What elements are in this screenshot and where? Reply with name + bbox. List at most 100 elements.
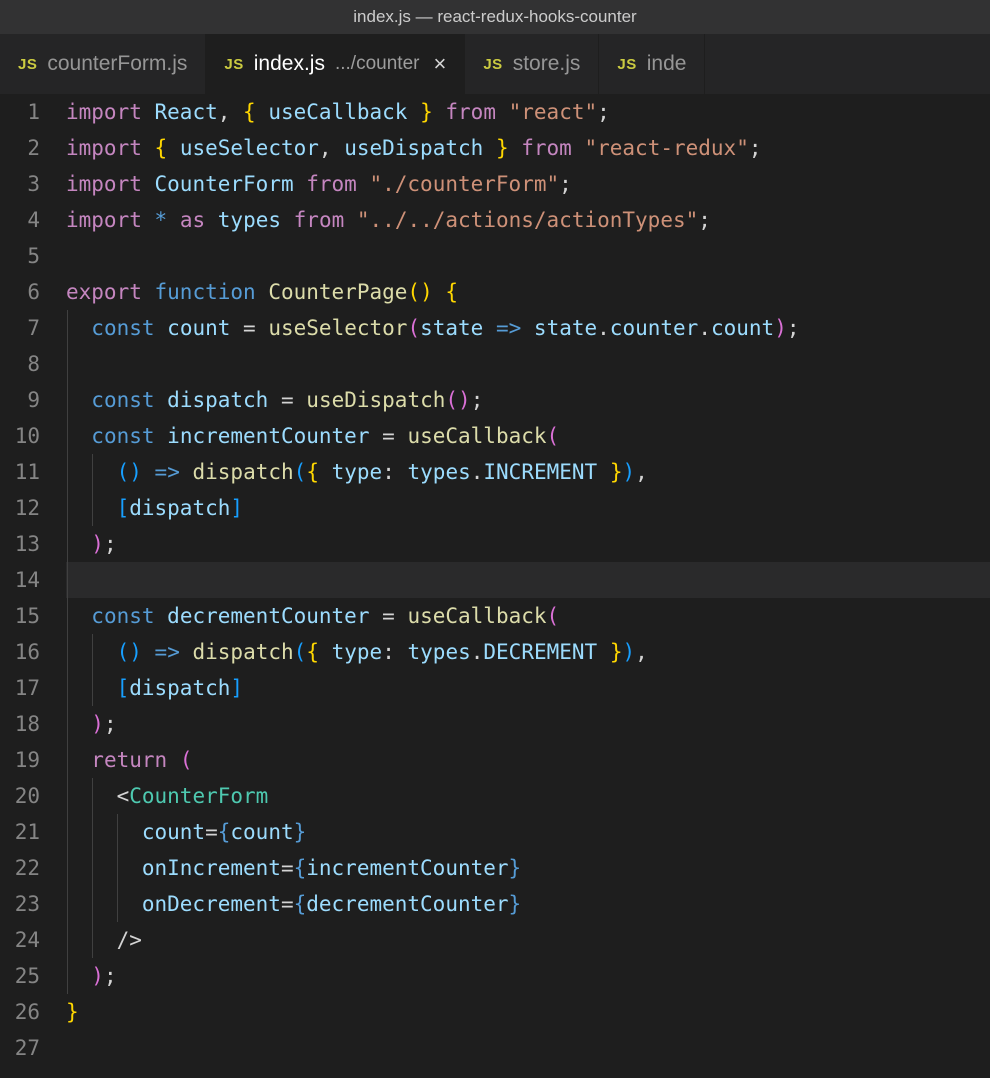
token — [66, 712, 91, 736]
indent-guide — [67, 922, 68, 958]
code-line[interactable]: <CounterForm — [66, 778, 990, 814]
token: { — [155, 136, 168, 160]
token: } — [509, 856, 522, 880]
code-line[interactable]: /> — [66, 922, 990, 958]
token — [167, 136, 180, 160]
line-number: 1 — [0, 94, 40, 130]
code-line[interactable]: ); — [66, 526, 990, 562]
token: as — [180, 208, 205, 232]
code-line[interactable] — [66, 346, 990, 382]
indent-guide — [67, 886, 68, 922]
token: return — [91, 748, 167, 772]
indent-guide — [67, 418, 68, 454]
token: count — [142, 820, 205, 844]
token — [142, 460, 155, 484]
line-number-gutter: 1234567891011121314151617181920212223242… — [0, 94, 66, 1078]
token — [256, 316, 269, 340]
indent-guide — [92, 490, 93, 526]
code-line[interactable]: onDecrement={decrementCounter} — [66, 886, 990, 922]
token: "../../actions/actionTypes" — [357, 208, 698, 232]
indent-guide — [67, 742, 68, 778]
token: ) — [623, 460, 636, 484]
token: ( — [117, 460, 130, 484]
code-line[interactable]: () => dispatch({ type: types.DECREMENT }… — [66, 634, 990, 670]
tab-label: index.js — [254, 52, 325, 76]
token — [281, 208, 294, 232]
code-line[interactable]: export function CounterPage() { — [66, 274, 990, 310]
token: => — [496, 316, 521, 340]
token — [142, 100, 155, 124]
token: . — [471, 640, 484, 664]
token — [66, 820, 142, 844]
token: counter — [610, 316, 699, 340]
token: , — [635, 640, 648, 664]
token — [509, 136, 522, 160]
indent-guide — [92, 454, 93, 490]
token — [142, 208, 155, 232]
token: ; — [749, 136, 762, 160]
token: from — [306, 172, 357, 196]
token: [ — [117, 676, 130, 700]
token — [344, 208, 357, 232]
token — [155, 424, 168, 448]
code-area[interactable]: import React, { useCallback } from "reac… — [66, 94, 990, 1078]
tab-counterForm-js[interactable]: JScounterForm.js — [0, 34, 206, 94]
code-line[interactable]: ); — [66, 958, 990, 994]
token: types — [408, 640, 471, 664]
token: { — [243, 100, 256, 124]
token — [395, 640, 408, 664]
tab-index-js[interactable]: JSindex.js.../counter× — [206, 34, 465, 94]
token — [572, 136, 585, 160]
token: } — [294, 820, 307, 844]
code-line[interactable]: const dispatch = useDispatch(); — [66, 382, 990, 418]
token — [66, 532, 91, 556]
code-line[interactable]: const count = useSelector(state => state… — [66, 310, 990, 346]
indent-guide — [67, 454, 68, 490]
code-line[interactable]: const decrementCounter = useCallback( — [66, 598, 990, 634]
indent-guide — [67, 382, 68, 418]
indent-guide — [67, 562, 68, 598]
token — [268, 388, 281, 412]
token: CounterForm — [129, 784, 268, 808]
tab-store-js[interactable]: JSstore.js — [465, 34, 599, 94]
token — [142, 280, 155, 304]
token: state — [420, 316, 483, 340]
code-line[interactable] — [66, 562, 990, 598]
indent-guide — [92, 850, 93, 886]
code-line[interactable] — [66, 1030, 990, 1066]
token: dispatch — [193, 640, 294, 664]
close-icon[interactable]: × — [433, 51, 446, 77]
token — [395, 604, 408, 628]
token — [294, 388, 307, 412]
code-line[interactable]: import * as types from "../../actions/ac… — [66, 202, 990, 238]
code-line[interactable]: ); — [66, 706, 990, 742]
indent-guide — [67, 310, 68, 346]
code-line[interactable]: onIncrement={incrementCounter} — [66, 850, 990, 886]
token: types — [408, 460, 471, 484]
code-line[interactable]: const incrementCounter = useCallback( — [66, 418, 990, 454]
code-line[interactable]: import React, { useCallback } from "reac… — [66, 94, 990, 130]
token: = — [243, 316, 256, 340]
token: , — [635, 460, 648, 484]
code-line[interactable]: return ( — [66, 742, 990, 778]
token: DECREMENT — [483, 640, 597, 664]
token: ) — [129, 460, 142, 484]
code-line[interactable] — [66, 238, 990, 274]
code-line[interactable]: } — [66, 994, 990, 1030]
token — [155, 316, 168, 340]
code-line[interactable]: () => dispatch({ type: types.INCREMENT }… — [66, 454, 990, 490]
token — [142, 172, 155, 196]
token: ( — [547, 424, 560, 448]
token: = — [205, 820, 218, 844]
code-line[interactable]: count={count} — [66, 814, 990, 850]
token: "react-redux" — [584, 136, 748, 160]
tab-inde[interactable]: JSinde — [599, 34, 705, 94]
token: const — [91, 388, 154, 412]
token: , — [218, 100, 243, 124]
code-line[interactable]: import CounterForm from "./counterForm"; — [66, 166, 990, 202]
code-line[interactable]: import { useSelector, useDispatch } from… — [66, 130, 990, 166]
editor: 1234567891011121314151617181920212223242… — [0, 94, 990, 1078]
code-line[interactable]: [dispatch] — [66, 490, 990, 526]
token: dispatch — [167, 388, 268, 412]
code-line[interactable]: [dispatch] — [66, 670, 990, 706]
